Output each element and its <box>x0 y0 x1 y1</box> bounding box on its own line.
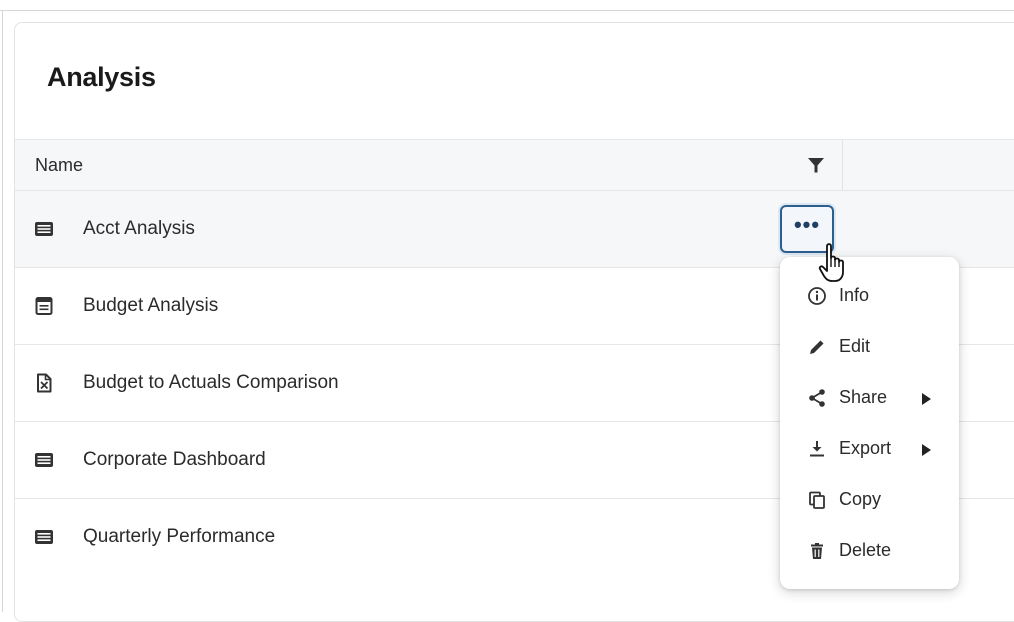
row-label[interactable]: Quarterly Performance <box>83 526 275 548</box>
trash-icon <box>807 541 827 561</box>
menu-item-export[interactable]: Export <box>780 427 959 471</box>
menu-label-share: Share <box>839 387 888 407</box>
row-label[interactable]: Acct Analysis <box>83 218 195 240</box>
page-title: Analysis <box>47 62 156 92</box>
menu-label-edit: Edit <box>839 336 871 356</box>
share-icon <box>807 388 827 408</box>
column-divider <box>842 140 843 190</box>
menu-item-edit[interactable]: Edit <box>780 325 959 369</box>
table-header: Name <box>15 139 1014 191</box>
more-actions-button[interactable]: ••• <box>780 205 834 253</box>
filter-icon[interactable] <box>805 154 827 176</box>
info-icon <box>807 286 827 306</box>
row-label[interactable]: Budget to Actuals Comparison <box>83 372 339 394</box>
menu-label-export: Export <box>839 438 892 458</box>
download-icon <box>807 439 827 459</box>
submenu-arrow-icon <box>922 393 931 405</box>
context-menu: Info Edit Share Export Copy Delete <box>780 257 959 589</box>
menu-item-share[interactable]: Share <box>780 376 959 420</box>
menu-item-delete[interactable]: Delete <box>780 529 959 573</box>
menu-item-info[interactable]: Info <box>780 274 959 318</box>
column-header-name[interactable]: Name <box>35 155 83 176</box>
report-doc-icon <box>34 373 54 393</box>
table-icon <box>34 450 54 470</box>
copy-icon <box>807 490 827 510</box>
row-label[interactable]: Corporate Dashboard <box>83 449 266 471</box>
menu-label-info: Info <box>839 285 870 305</box>
menu-label-delete: Delete <box>839 540 892 560</box>
table-icon <box>34 219 54 239</box>
window-top-border <box>0 10 1014 11</box>
submenu-arrow-icon <box>922 444 931 456</box>
pencil-icon <box>807 337 827 357</box>
table-icon <box>34 527 54 547</box>
calendar-sheet-icon <box>34 296 54 316</box>
row-label[interactable]: Budget Analysis <box>83 295 218 317</box>
menu-label-copy: Copy <box>839 489 882 509</box>
window-left-border <box>2 10 3 612</box>
menu-item-copy[interactable]: Copy <box>780 478 959 522</box>
more-dots-icon: ••• <box>793 212 821 237</box>
